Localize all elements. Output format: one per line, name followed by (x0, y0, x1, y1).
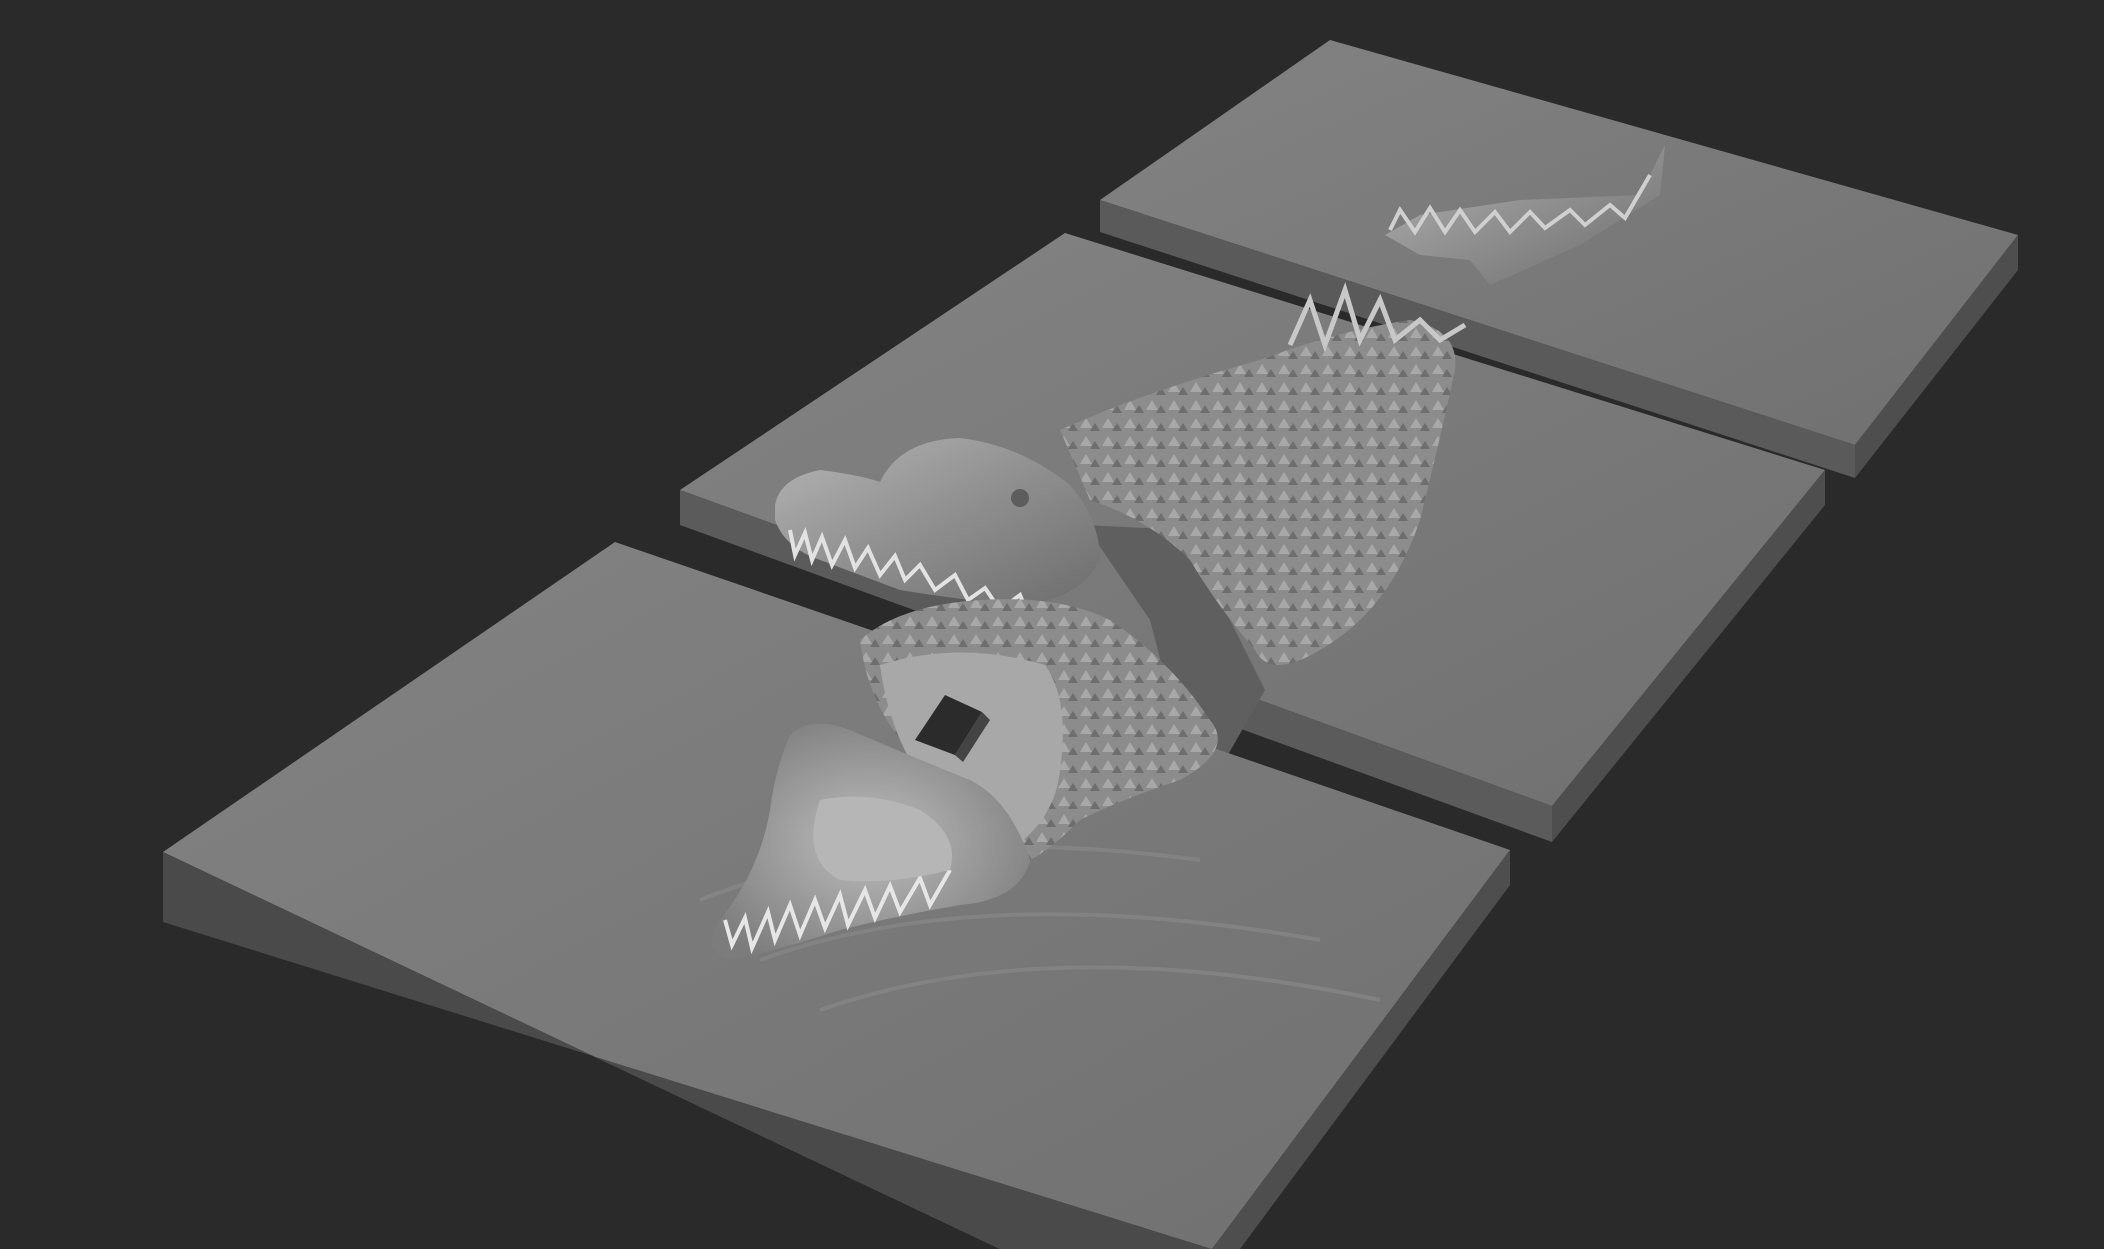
3d-viewport[interactable] (0, 0, 2104, 1249)
viewport-canvas[interactable] (0, 0, 2104, 1249)
eye-icon (1011, 489, 1029, 507)
